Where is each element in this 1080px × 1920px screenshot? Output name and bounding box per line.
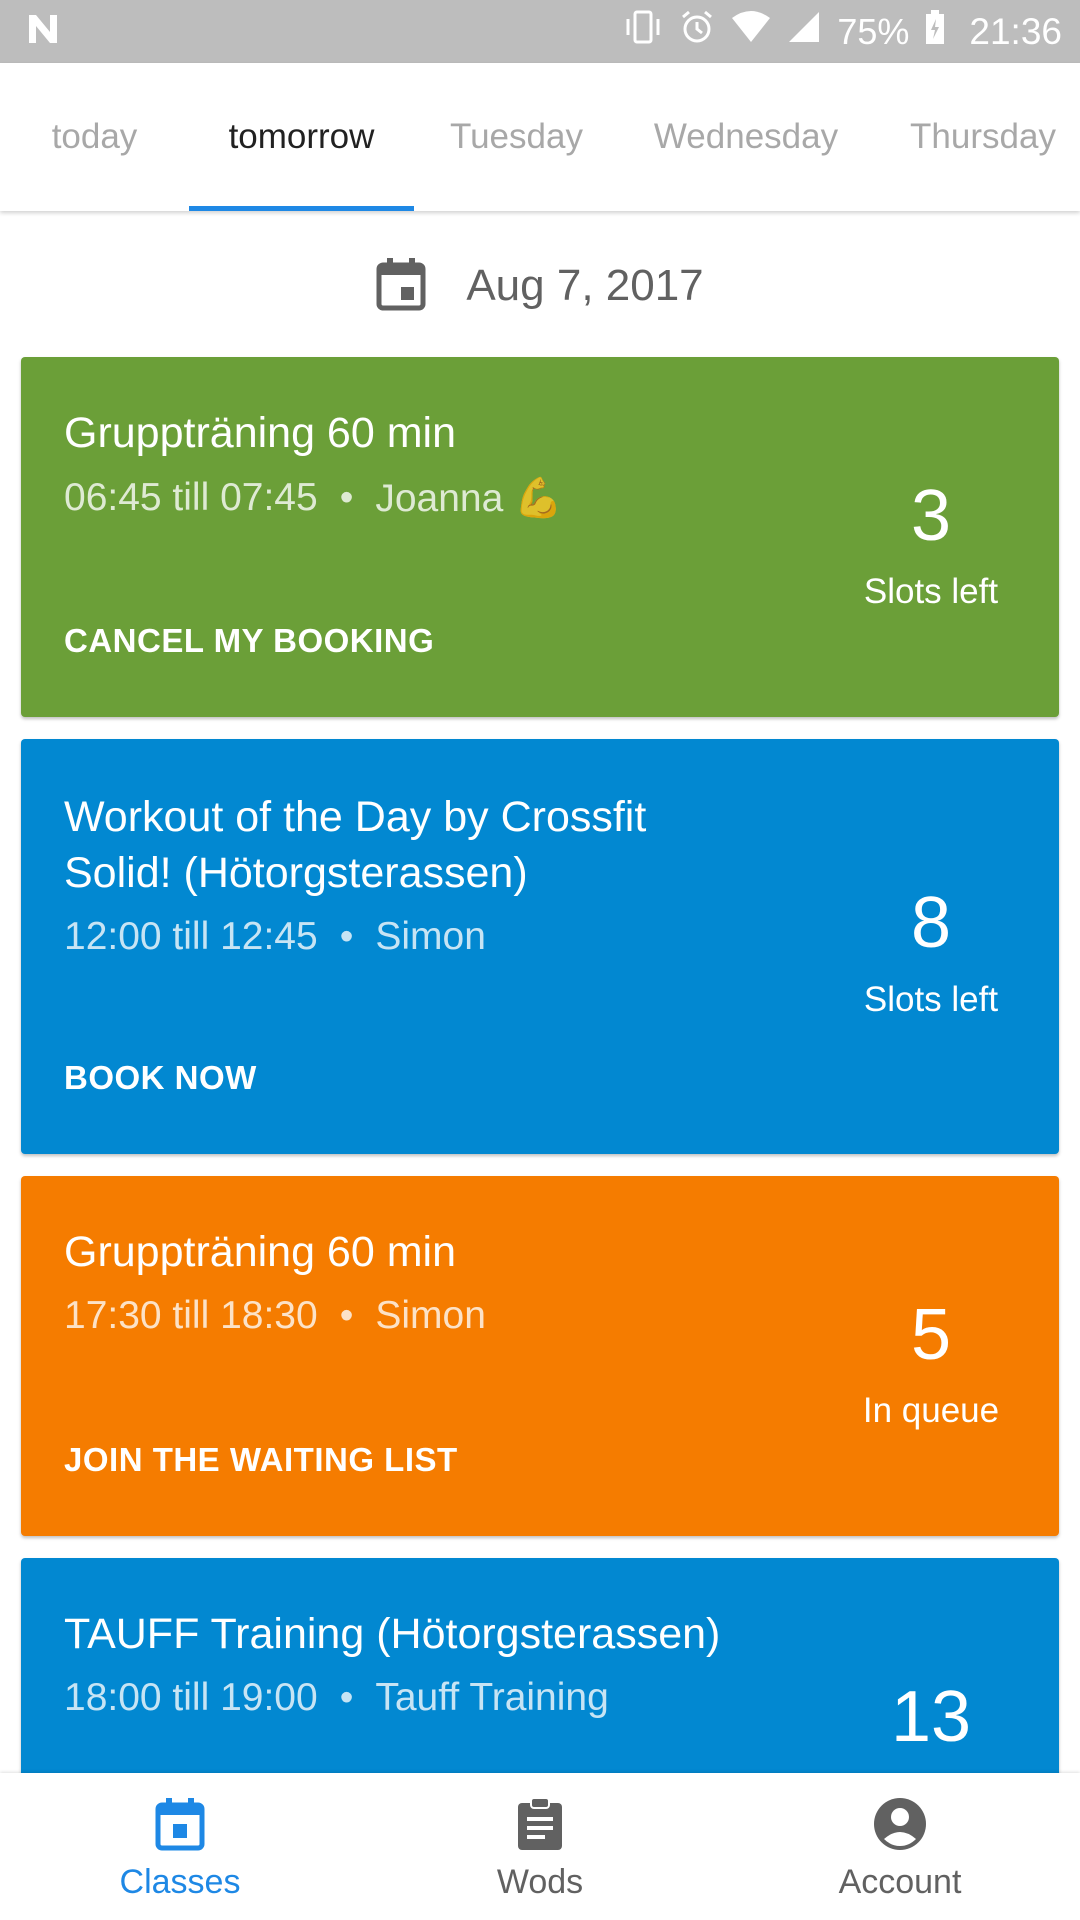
nav-classes[interactable]: Classes [0, 1773, 360, 1920]
join-waiting-list-button[interactable]: JOIN THE WAITING LIST [64, 1441, 458, 1479]
separator: • [339, 1294, 354, 1337]
class-time: 18:00 till 19:00 [64, 1676, 318, 1719]
class-instructor: Simon [375, 1294, 486, 1337]
class-time: 17:30 till 18:30 [64, 1294, 318, 1337]
date-header[interactable]: Aug 7, 2017 [0, 211, 1080, 361]
class-title: Gruppträning 60 min [64, 1228, 456, 1276]
class-time: 06:45 till 07:45 [64, 476, 318, 519]
class-instructor: Tauff Training [375, 1676, 609, 1719]
day-tabs: today tomorrow Tuesday Wednesday Thursda… [0, 63, 1080, 211]
class-details: 18:00 till 19:00 • Tauff Training [64, 1676, 609, 1720]
slot-count-label: Slots left [863, 572, 999, 611]
class-title: TAUFF Training (Hötorgsterassen) [64, 1610, 721, 1658]
battery-icon [925, 10, 945, 53]
vibrate-icon [623, 9, 663, 54]
notification-n-icon [26, 12, 60, 51]
calendar-icon [155, 1795, 205, 1853]
bottom-navigation: Classes Wods Account [0, 1773, 1080, 1920]
separator: • [339, 476, 354, 519]
class-title: Gruppträning 60 min [64, 409, 456, 457]
separator: • [339, 1676, 354, 1719]
slot-count: 8 [910, 883, 952, 963]
account-circle-icon [873, 1795, 927, 1853]
tab-tomorrow[interactable]: tomorrow [189, 63, 414, 211]
nav-wods[interactable]: Wods [360, 1773, 720, 1920]
nav-label: Account [838, 1863, 962, 1901]
cancel-booking-button[interactable]: CANCEL MY BOOKING [64, 622, 434, 660]
wifi-icon [731, 10, 771, 53]
nav-account[interactable]: Account [720, 1773, 1080, 1920]
class-time: 12:00 till 12:45 [64, 915, 318, 958]
queue-count: 5 [910, 1295, 952, 1375]
class-card[interactable]: Gruppträning 60 min 17:30 till 18:30 • S… [21, 1176, 1059, 1536]
slot-count: 3 [910, 476, 952, 556]
tab-wednesday[interactable]: Wednesday [619, 63, 873, 211]
selected-date: Aug 7, 2017 [466, 261, 704, 310]
class-title: Workout of the Day by Crossfit Solid! (H… [64, 793, 647, 897]
nav-label: Classes [119, 1863, 241, 1901]
nav-label: Wods [496, 1863, 584, 1901]
class-instructor: Joanna 💪 [375, 477, 563, 520]
tab-tuesday[interactable]: Tuesday [414, 63, 619, 211]
class-details: 12:00 till 12:45 • Simon [64, 915, 486, 959]
book-now-button[interactable]: BOOK NOW [64, 1059, 257, 1097]
status-bar: 75% 21:36 [0, 0, 1080, 63]
alarm-icon [679, 9, 715, 54]
clipboard-icon [517, 1795, 563, 1853]
separator: • [339, 915, 354, 958]
tab-indicator [189, 206, 414, 211]
class-card[interactable]: Workout of the Day by Crossfit Solid! (H… [21, 739, 1059, 1154]
status-time: 21:36 [969, 10, 1062, 52]
battery-percent: 75% [837, 10, 910, 52]
signal-icon [787, 10, 821, 53]
tab-thursday[interactable]: Thursday [873, 63, 1080, 211]
queue-count-label: In queue [862, 1391, 1000, 1430]
class-details: 17:30 till 18:30 • Simon [64, 1294, 486, 1338]
tab-today[interactable]: today [0, 63, 189, 211]
slot-count-label: Slots left [863, 980, 999, 1019]
calendar-icon [376, 257, 426, 316]
class-card[interactable]: Gruppträning 60 min 06:45 till 07:45 • J… [21, 357, 1059, 717]
class-instructor: Simon [375, 915, 486, 958]
slot-count: 13 [890, 1677, 972, 1757]
class-details: 06:45 till 07:45 • Joanna 💪 [64, 475, 563, 521]
